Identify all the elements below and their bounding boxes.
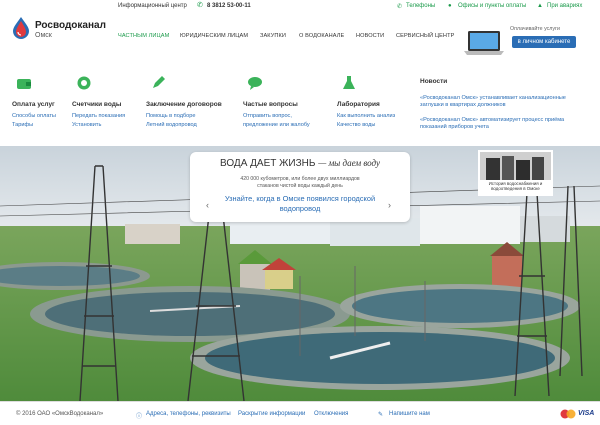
- pen-icon: [153, 76, 165, 88]
- news-item[interactable]: «Росводоканал Омск» автоматизирует проце…: [420, 117, 590, 131]
- chevron-right-icon[interactable]: ›: [388, 200, 391, 210]
- menu-title-lab[interactable]: Лаборатория: [337, 101, 380, 108]
- menu-link-send-question[interactable]: Отправить вопрос,: [243, 113, 292, 119]
- menu-title-contracts[interactable]: Заключение договоров: [146, 101, 222, 108]
- menu-link-complaint[interactable]: предложение или жалобу: [243, 122, 310, 128]
- nav-purchases[interactable]: ЗАКУПКИ: [260, 33, 286, 39]
- personal-account-button[interactable]: в личном кабинете: [512, 36, 576, 48]
- phones-link[interactable]: Телефоны: [406, 3, 435, 9]
- history-card[interactable]: История водоснабжения и водоотведения в …: [478, 150, 553, 196]
- hero-subtitle: 420 000 кубометров, или более двух милли…: [240, 176, 360, 189]
- menu-title-payment[interactable]: Оплата услуг: [12, 101, 55, 108]
- menu-link-analysis[interactable]: Как выполнить анализ: [337, 113, 395, 119]
- hero-slogan-card: ВОДА ДАЕТ ЖИЗНЬ — мы даем воду 420 000 к…: [190, 152, 410, 222]
- drop-logo-icon: [13, 17, 29, 39]
- copyright: © 2016 ОАО «ОмскВодоканал»: [16, 411, 104, 417]
- menu-link-selection-help[interactable]: Помощь в подборе: [146, 113, 196, 119]
- brand-city: Омск: [35, 32, 52, 39]
- footer-link-write[interactable]: Напишите нам: [389, 411, 430, 417]
- footer: © 2016 ОАО «ОмскВодоканал» ⓘ Адреса, тел…: [0, 401, 600, 425]
- nav-news[interactable]: НОВОСТИ: [356, 33, 384, 39]
- menu-link-tariffs[interactable]: Тарифы: [12, 122, 33, 128]
- laptop-icon: [464, 31, 504, 55]
- menu-link-water-quality[interactable]: Качество воды: [337, 122, 375, 128]
- hero-headline-tail: — мы даем воду: [318, 158, 380, 168]
- visa-logo: VISA: [578, 410, 595, 417]
- flask-icon: [343, 76, 355, 89]
- nav-legal[interactable]: ЮРИДИЧЕСКИМ ЛИЦАМ: [180, 33, 248, 39]
- phone-icon: ✆: [197, 2, 203, 9]
- accidents-link[interactable]: При авариях: [547, 3, 582, 9]
- offices-link[interactable]: Офисы и пункты оплаты: [458, 3, 526, 9]
- menu-title-meters[interactable]: Счетчики воды: [72, 101, 121, 108]
- payment-box: Оплачивайте услуги в личном кабинете: [460, 20, 598, 56]
- menu-link-payment-methods[interactable]: Способы оплаты: [12, 113, 56, 119]
- footer-link-shutdowns[interactable]: Отключения: [314, 411, 348, 417]
- menu-link-submit-readings[interactable]: Передать показания: [72, 113, 125, 119]
- news-item[interactable]: «Росводоканал Омск» устанавливает канали…: [420, 95, 590, 109]
- menu-title-faq[interactable]: Частые вопросы: [243, 101, 298, 108]
- phones-icon: ✆: [397, 4, 403, 10]
- mastercard-icon: [560, 409, 576, 421]
- payment-label: Оплачивайте услуги: [510, 26, 560, 32]
- hero-headline-main: ВОДА ДАЕТ ЖИЗНЬ: [220, 158, 316, 169]
- footer-link-contacts[interactable]: Адреса, телефоны, реквизиты: [146, 411, 231, 417]
- chevron-left-icon[interactable]: ‹: [206, 200, 209, 210]
- news-title: Новости: [420, 78, 448, 85]
- pencil-icon: ✎: [378, 412, 384, 418]
- warning-icon: ▲: [537, 3, 543, 9]
- nav-about[interactable]: О ВОДОКАНАЛЕ: [299, 33, 344, 39]
- history-photo: [480, 152, 551, 180]
- wallet-icon: [17, 79, 31, 89]
- info-center-label: Информационный центр: [118, 3, 187, 9]
- menu-link-summer-water[interactable]: Летний водопровод: [146, 122, 197, 128]
- nav-private[interactable]: ЧАСТНЫМ ЛИЦАМ: [118, 33, 169, 39]
- hero-headline: ВОДА ДАЕТ ЖИЗНЬ — мы даем воду: [190, 158, 410, 169]
- top-bar: Информационный центр ✆ 8 3812 53-00-11 ✆…: [0, 0, 600, 14]
- hero-link[interactable]: Узнайте, когда в Омске появился городско…: [215, 194, 385, 214]
- logo[interactable]: Росводоканал Омск: [10, 14, 120, 44]
- brand-name: Росводоканал: [35, 20, 106, 31]
- info-icon: ⓘ: [136, 414, 143, 420]
- menu-link-install[interactable]: Установить: [72, 122, 101, 128]
- phone-number[interactable]: 8 3812 53-00-11: [207, 3, 251, 9]
- nav-service[interactable]: СЕРВИСНЫЙ ЦЕНТР: [396, 33, 454, 39]
- chat-bubble-icon: [248, 77, 262, 90]
- history-caption: История водоснабжения и водоотведения в …: [488, 181, 543, 191]
- meter-icon: [77, 76, 91, 90]
- location-icon: ●: [448, 3, 452, 9]
- footer-link-disclosure[interactable]: Раскрытие информации: [238, 411, 305, 417]
